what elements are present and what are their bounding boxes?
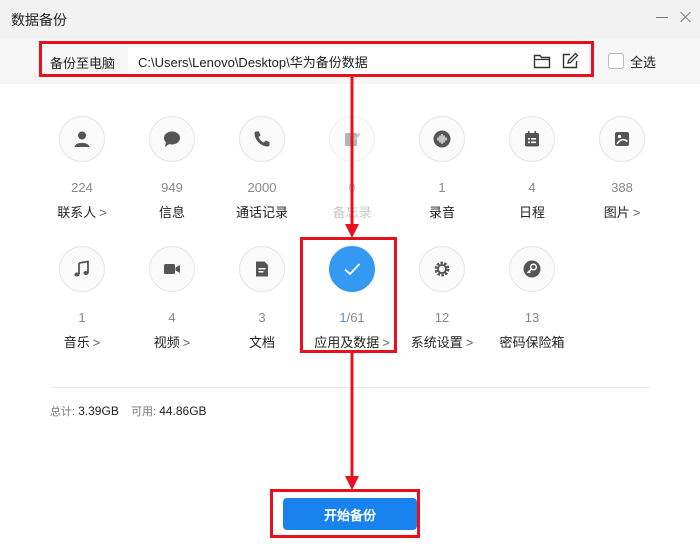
apps-label-row: 应用及数据 >	[306, 332, 398, 351]
backup-path-input[interactable]	[128, 47, 588, 75]
music-icon	[74, 260, 89, 277]
window-title: 数据备份	[11, 12, 67, 28]
calendar-label: 日程	[518, 205, 545, 220]
images-circle	[599, 116, 645, 162]
memo-circle	[329, 116, 375, 162]
contacts-circle	[59, 116, 105, 162]
contacts-label: 联系人	[57, 205, 97, 220]
chevron-right-icon: >	[632, 205, 641, 220]
title-bar: 数据备份	[0, 0, 700, 38]
total-value: 3.39GB	[78, 404, 119, 418]
annotation-arrowhead-1	[345, 224, 359, 238]
messages-count: 949	[161, 180, 183, 195]
checkbox-box[interactable]	[608, 53, 624, 69]
key-icon	[523, 260, 541, 278]
call-log-circle	[239, 116, 285, 162]
total-label: 总计:	[50, 406, 76, 418]
messages-label: 信息	[158, 205, 185, 220]
storage-info: 总计: 3.39GB 可用: 44.86GB	[50, 403, 207, 419]
image-icon	[615, 132, 629, 146]
select-all-checkbox[interactable]: 全选	[608, 52, 656, 70]
chevron-right-icon: >	[382, 335, 390, 350]
settings-circle	[419, 246, 465, 292]
vault-circle	[509, 246, 555, 292]
gear-icon	[434, 261, 450, 277]
recordings-count: 1	[438, 180, 446, 195]
memo-icon	[345, 133, 361, 146]
backup-to-pc-label: 备份至电脑	[50, 56, 116, 71]
annotation-arrowhead-2	[345, 476, 359, 490]
documents-circle	[239, 246, 285, 292]
available-value: 44.86GB	[159, 404, 207, 418]
images-label-row: 图片 >	[576, 202, 668, 221]
calendar-icon	[525, 131, 539, 147]
video-icon	[164, 264, 180, 274]
call-log-label: 通话记录	[235, 205, 288, 220]
check-icon	[344, 263, 361, 276]
apps-total-count: /61	[346, 310, 365, 325]
video-label-row: 视频 >	[126, 332, 218, 351]
vault-label: 密码保险箱	[499, 335, 565, 350]
edit-icon[interactable]	[561, 52, 579, 70]
call-log-count: 2000	[247, 180, 277, 195]
available-label: 可用:	[131, 406, 157, 418]
select-all-label: 全选	[630, 54, 657, 70]
chevron-right-icon: >	[99, 205, 107, 220]
apps-label: 应用及数据	[314, 335, 380, 350]
settings-label-row: 系统设置 >	[396, 332, 488, 351]
apps-circle	[329, 246, 375, 292]
start-backup-button[interactable]: 开始备份	[283, 498, 417, 530]
video-circle	[149, 246, 195, 292]
calendar-count: 4	[528, 180, 536, 195]
calendar-circle	[509, 116, 555, 162]
divider	[50, 387, 650, 388]
phone-icon	[254, 131, 270, 147]
folder-icon[interactable]	[533, 53, 551, 69]
video-label: 视频	[153, 335, 180, 350]
images-label: 图片	[603, 205, 630, 220]
contacts-label-row: 联系人 >	[36, 202, 128, 221]
apps-count: 1/61	[306, 310, 398, 325]
person-icon	[74, 131, 90, 147]
apps-selected-count: 1	[339, 310, 347, 325]
vault-count: 13	[524, 310, 540, 325]
documents-count: 3	[258, 310, 266, 325]
close-icon[interactable]	[678, 9, 694, 25]
music-label-row: 音乐 >	[36, 332, 128, 351]
memo-count: 0	[348, 180, 356, 195]
contacts-count: 224	[71, 180, 93, 195]
video-count: 4	[168, 310, 176, 325]
message-icon	[164, 131, 180, 147]
music-label: 音乐	[63, 335, 90, 350]
backup-path-bar: 备份至电脑 全选	[0, 38, 700, 84]
documents-label: 文档	[248, 335, 275, 350]
recording-icon	[433, 130, 451, 148]
chevron-right-icon: >	[182, 335, 191, 350]
images-count: 388	[611, 180, 633, 195]
settings-count: 12	[434, 310, 450, 325]
minimize-icon[interactable]	[654, 9, 670, 25]
recordings-circle	[419, 116, 465, 162]
messages-circle	[149, 116, 195, 162]
chevron-right-icon: >	[92, 335, 101, 350]
document-icon	[256, 261, 268, 277]
chevron-right-icon: >	[465, 335, 474, 350]
music-count: 1	[78, 310, 86, 325]
memo-label: 备忘录	[332, 205, 372, 220]
recordings-label: 录音	[428, 205, 455, 220]
music-circle	[59, 246, 105, 292]
settings-label: 系统设置	[410, 335, 463, 350]
